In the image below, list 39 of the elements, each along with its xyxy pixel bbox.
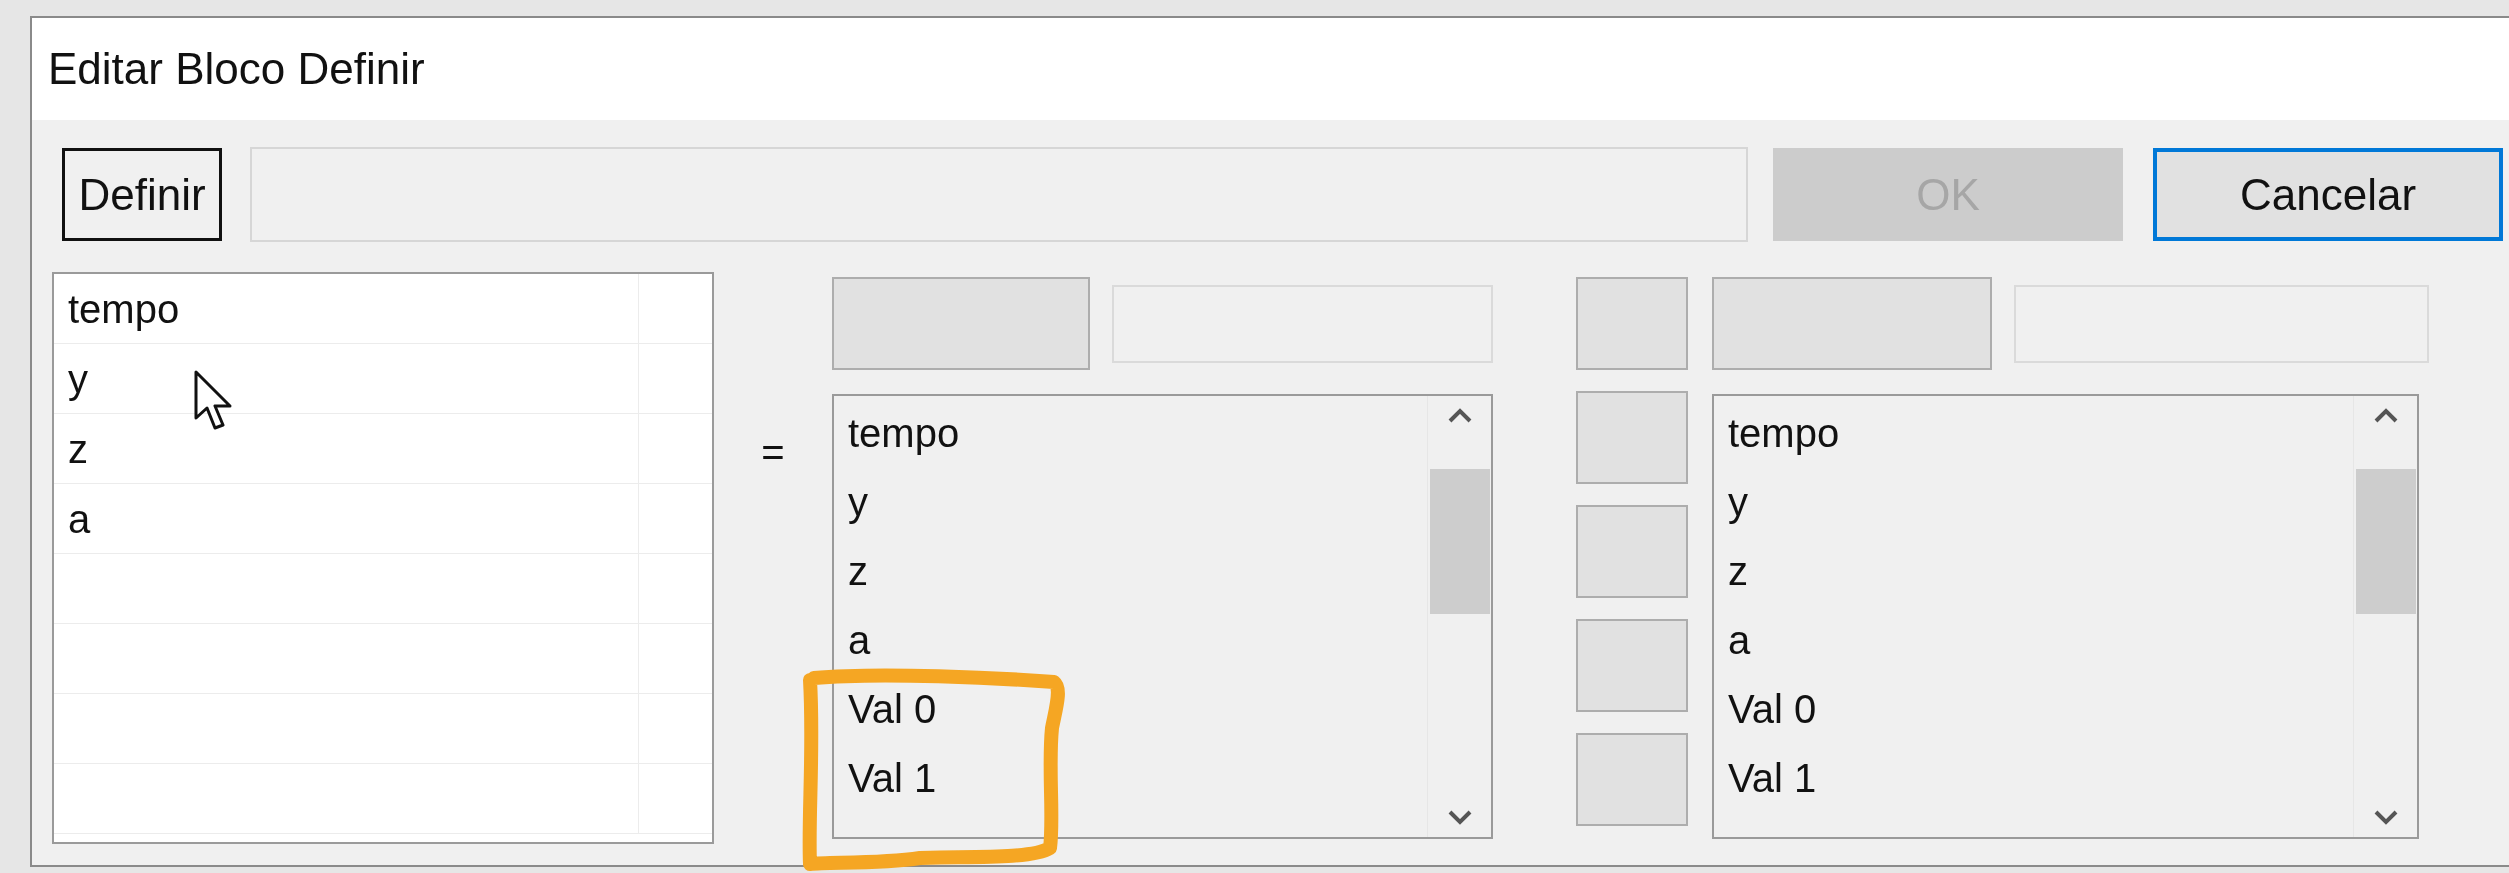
table-cell: a <box>68 498 91 539</box>
list-item[interactable]: a <box>848 619 871 660</box>
list-item[interactable]: y <box>1728 481 1748 522</box>
table-cell: tempo <box>68 288 180 329</box>
scrollbar[interactable] <box>1427 396 1491 837</box>
window-title: Editar Bloco Definir <box>48 47 425 91</box>
list-item[interactable]: Val 1 <box>1728 757 1817 798</box>
value-button[interactable] <box>1576 505 1688 598</box>
value-button[interactable] <box>1712 277 1992 370</box>
list-item[interactable]: z <box>1728 550 1748 591</box>
mouse-pointer-icon <box>194 370 234 432</box>
list-item[interactable]: tempo <box>848 412 960 453</box>
scrollbar-thumb[interactable] <box>2355 469 2416 614</box>
list-item[interactable]: y <box>848 481 868 522</box>
scrollbar-thumb[interactable] <box>1429 469 1490 614</box>
scroll-down-icon[interactable] <box>2372 809 2399 825</box>
value-button[interactable] <box>1576 391 1688 484</box>
target-list[interactable]: tempo y z a Val 0 Val 1 <box>1712 394 2419 839</box>
scroll-down-icon[interactable] <box>1446 809 1473 825</box>
define-button[interactable]: Definir <box>62 148 222 241</box>
expression-field[interactable] <box>250 147 1748 242</box>
value-button[interactable] <box>1576 733 1688 826</box>
list-item[interactable]: tempo <box>1728 412 1840 453</box>
scroll-up-icon[interactable] <box>2372 408 2399 424</box>
equals-sign: = <box>761 432 785 472</box>
scroll-up-icon[interactable] <box>1446 408 1473 424</box>
value-button[interactable] <box>1576 619 1688 712</box>
table-cell: z <box>68 428 88 469</box>
list-item[interactable]: Val 0 <box>1728 688 1817 729</box>
list-item[interactable]: z <box>848 550 868 591</box>
source-list[interactable]: tempo y z a Val 0 Val 1 <box>832 394 1493 839</box>
scrollbar[interactable] <box>2353 396 2417 837</box>
value-button[interactable] <box>832 277 1090 370</box>
list-item[interactable]: Val 0 <box>848 688 937 729</box>
value-button[interactable] <box>1576 277 1688 370</box>
list-item[interactable]: a <box>1728 619 1751 660</box>
list-item[interactable]: Val 1 <box>848 757 937 798</box>
table-cell: y <box>68 358 88 399</box>
dialog-button[interactable]: Cancelar <box>2153 148 2503 241</box>
